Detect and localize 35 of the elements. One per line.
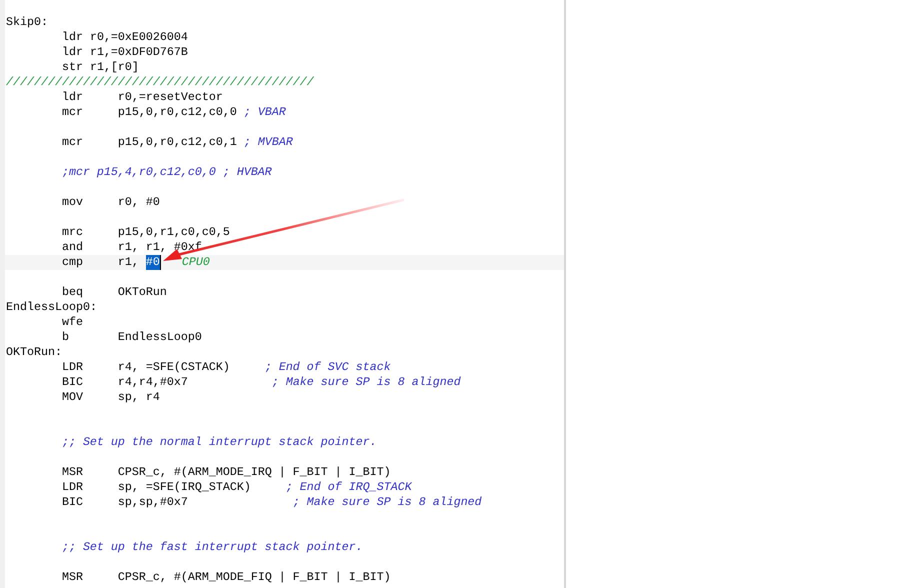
code-text: and r1, r1, #0xf (60, 240, 202, 255)
code-comment: ; Make sure SP is 8 aligned (272, 375, 461, 390)
code-comment: ; VBAR (244, 105, 286, 120)
code-text: wfe (60, 315, 83, 330)
code-text: mov r0, #0 (60, 195, 160, 210)
code-text: BIC r4,r4,#0x7 (60, 375, 189, 390)
code-text: LDR sp, =SFE(IRQ_STACK) (60, 480, 252, 495)
code-text: b EndlessLoop0 (60, 330, 202, 345)
code-label: EndlessLoop0: (6, 300, 97, 315)
code-text: cmp r1, (60, 255, 140, 270)
code-text: MSR CPSR_c, #(ARM_MODE_FIQ | F_BIT | I_BIT) (60, 570, 391, 585)
code-label: OKToRun: (6, 345, 62, 360)
code-text: beq OKToRun (60, 285, 167, 300)
code-text: ldr r0,=resetVector (60, 90, 223, 105)
code-text: ldr r1,=0xDF0D767B (60, 45, 188, 60)
code-comment: ;mcr p15,4,r0,c12,c0,0 ; HVBAR (62, 165, 272, 180)
code-comment: ;; Set up the fast interrupt stack pointer. (62, 540, 363, 555)
code-text: MSR CPSR_c, #(ARM_MODE_IRQ | F_BIT | I_BIT) (60, 465, 391, 480)
code-text: mcr p15,0,r0,c12,c0,0 (60, 105, 238, 120)
selected-text: #0 (146, 255, 161, 270)
code-text: ldr r0,=0xE0026004 (60, 30, 188, 45)
code-text: str r1,[r0] (60, 60, 139, 75)
code-text: mrc p15,0,r1,c0,c0,5 (60, 225, 230, 240)
code-text: MOV sp, r4 (60, 390, 160, 405)
code-comment: ;; Set up the normal interrupt stack pointer. (62, 435, 377, 450)
code-text: BIC sp,sp,#0x7 (60, 495, 189, 510)
code-text: mcr p15,0,r0,c12,c0,1 (60, 135, 238, 150)
comment-divider: //////////////////////////////////////////// (6, 75, 314, 90)
code-comment: ; End of SVC stack (264, 360, 391, 375)
code-label: Skip0: (6, 15, 48, 30)
code-comment: ; End of IRQ_STACK (286, 480, 412, 495)
code-comment: ; MVBAR (244, 135, 293, 150)
code-comment: ; Make sure SP is 8 aligned (292, 495, 482, 510)
code-text: LDR r4, =SFE(CSTACK) (60, 360, 231, 375)
code-comment: CPU0 (182, 255, 210, 270)
